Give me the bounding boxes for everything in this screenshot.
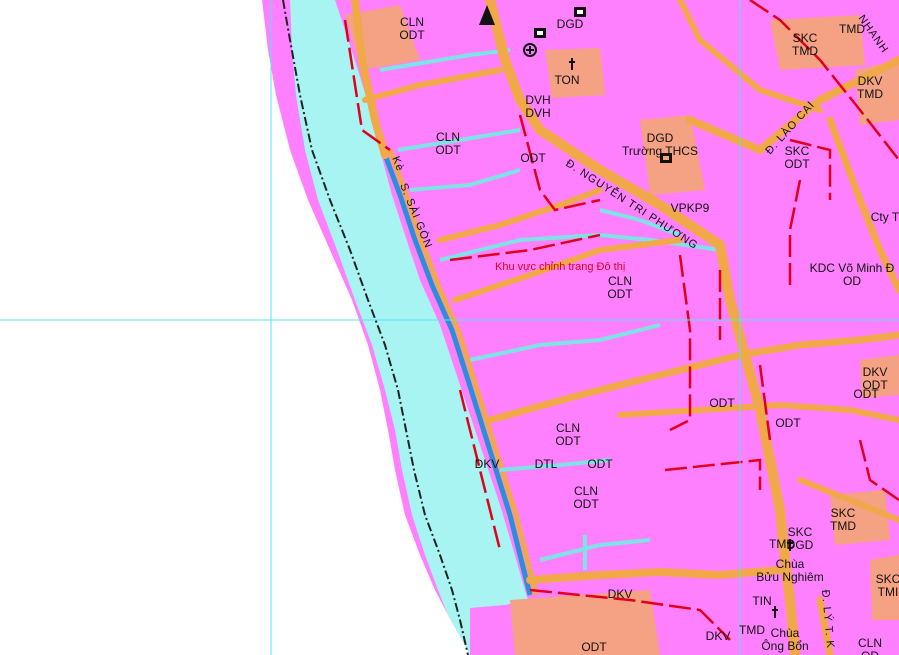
zone-code: CLN bbox=[436, 130, 460, 144]
zone-code: TMD bbox=[739, 623, 765, 637]
zone-code: KDC Võ Minh Đ bbox=[810, 261, 895, 275]
zone-label-skc-1: SKCTMD bbox=[792, 31, 818, 58]
zone-label-odt-bottom: ODT bbox=[581, 640, 607, 654]
zone-code: TON bbox=[554, 73, 579, 87]
land-use-map[interactable]: Đ. NGUYỄN TRI PHƯƠNG Đ. LÀO CAI Đ. LÝ T.… bbox=[0, 0, 899, 655]
zone-code: ODT bbox=[775, 416, 801, 430]
zone-code: ODT bbox=[520, 151, 546, 165]
zone-code-secondary: OD bbox=[861, 649, 879, 655]
zone-code: ODT bbox=[709, 396, 735, 410]
zone-code: ODT bbox=[853, 387, 879, 401]
zone-label-tmd-mid: TMD bbox=[769, 537, 795, 551]
zone-code: CLN bbox=[556, 421, 580, 435]
zone-code: DTL bbox=[535, 457, 558, 471]
zone-code: DKV bbox=[475, 457, 500, 471]
zone-code: SKC bbox=[831, 506, 856, 520]
zone-label-dgd-top: DGD bbox=[557, 17, 584, 31]
zone-code: ODT bbox=[587, 457, 613, 471]
zone-label-dkv-b2: DKV bbox=[706, 629, 731, 643]
zone-label-cln-4: CLNODT bbox=[555, 421, 581, 448]
zone-label-tin: TIN bbox=[752, 594, 771, 608]
zone-code: Chùa bbox=[771, 626, 800, 640]
zone-code-secondary: TMD bbox=[857, 87, 883, 101]
zone-code-secondary: TMI bbox=[878, 585, 899, 599]
zone-code: CLN bbox=[608, 274, 632, 288]
zone-code-secondary: Ông Bổn bbox=[761, 638, 808, 653]
zone-code: DKV bbox=[858, 74, 883, 88]
zone-code: DKV bbox=[863, 365, 888, 379]
zone-label-cty: Cty T bbox=[871, 210, 899, 224]
zone-code: Cty T bbox=[871, 210, 899, 224]
zone-code: DKV bbox=[706, 629, 731, 643]
zone-label-tmd-top: TMD bbox=[839, 22, 865, 36]
zone-code-secondary: ODT bbox=[573, 497, 599, 511]
zone-code-secondary: TMD bbox=[792, 44, 818, 58]
zone-code: SKC bbox=[793, 31, 818, 45]
zone-code: DVH bbox=[525, 93, 550, 107]
zone-label-vpkp9: VPKP9 bbox=[671, 201, 710, 215]
zone-code-secondary: ODT bbox=[435, 143, 461, 157]
zone-label-dkv-3: DKV bbox=[475, 457, 500, 471]
zone-label-dtl: DTL bbox=[535, 457, 558, 471]
zone-label-odt-c: ODT bbox=[709, 396, 735, 410]
zone-code: VPKP9 bbox=[671, 201, 710, 215]
zone-code: CLN bbox=[574, 484, 598, 498]
zone-label-skc-right: SKCTMI bbox=[876, 572, 899, 599]
zone-label-cln-5: CLNODT bbox=[573, 484, 599, 511]
zone-label-odt-d: ODT bbox=[587, 457, 613, 471]
zone-code-secondary: ODT bbox=[784, 157, 810, 171]
zone-code: CLN bbox=[858, 636, 882, 650]
zone-label-skc-3: SKCTMD bbox=[830, 506, 856, 533]
zone-code-secondary: Trường THCS bbox=[622, 144, 698, 158]
zone-code-secondary: OD bbox=[843, 274, 861, 288]
school-icon bbox=[574, 7, 586, 17]
zone-label-odt-b: ODT bbox=[853, 387, 879, 401]
zone-code-secondary: ODT bbox=[399, 28, 425, 42]
zone-code: TIN bbox=[752, 594, 771, 608]
zone-label-ton: TON bbox=[554, 73, 579, 87]
zone-label-dkv-right: DKVTMD bbox=[857, 74, 883, 101]
zone-code-secondary: ODT bbox=[607, 287, 633, 301]
zone-label-cln-1: CLNODT bbox=[399, 15, 425, 42]
zone-label-cln-2: CLNODT bbox=[435, 130, 461, 157]
zone-code: DKV bbox=[608, 587, 633, 601]
zone-code-secondary: TMD bbox=[830, 519, 856, 533]
zone-code: TMD bbox=[769, 537, 795, 551]
zone-label-skc-2: SKCODT bbox=[784, 144, 810, 171]
zone-code: ODT bbox=[581, 640, 607, 654]
zone-code-secondary: ODT bbox=[555, 434, 581, 448]
zone-code: TMD bbox=[839, 22, 865, 36]
zone-code: DGD bbox=[647, 131, 674, 145]
zone-code: DGD bbox=[557, 17, 584, 31]
school-icon bbox=[534, 28, 546, 38]
zone-code: SKC bbox=[876, 572, 899, 586]
zone-label-cln-br: CLNOD bbox=[858, 636, 882, 655]
zone-label-odt-e: ODT bbox=[775, 416, 801, 430]
zone-label-dkv-bottom: DKV bbox=[608, 587, 633, 601]
zone-code: Chùa bbox=[776, 557, 805, 571]
zone-label-cln-3: CLNODT bbox=[607, 274, 633, 301]
zone-label-dvh: DVHDVH bbox=[525, 93, 550, 120]
zone-code: SKC bbox=[785, 144, 810, 158]
zone-label-tmd-b: TMD bbox=[739, 623, 765, 637]
zone-code-secondary: Bửu Nghiêm bbox=[756, 570, 823, 584]
area-note: Khu vực chỉnh trang Đô thị bbox=[495, 261, 625, 273]
zone-label-odt-a: ODT bbox=[520, 151, 546, 165]
zone-code: CLN bbox=[400, 15, 424, 29]
zone-code-secondary: DVH bbox=[525, 106, 550, 120]
